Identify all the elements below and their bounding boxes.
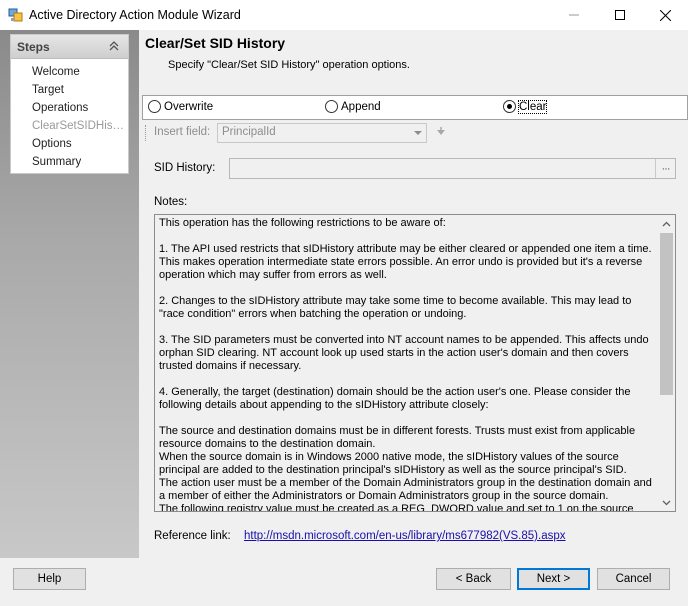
- sid-history-label: SID History:: [154, 162, 216, 174]
- step-summary[interactable]: Summary: [32, 153, 128, 171]
- title-bar: Active Directory Action Module Wizard: [0, 0, 688, 30]
- minimize-icon: [569, 14, 579, 16]
- sid-history-browse-button[interactable]: ···: [655, 159, 675, 178]
- back-button[interactable]: < Back: [436, 568, 511, 590]
- insert-field-combo[interactable]: PrincipalId: [217, 123, 427, 143]
- step-options[interactable]: Options: [32, 135, 128, 153]
- toolbar-grip: [145, 125, 146, 141]
- notes-label: Notes:: [154, 196, 188, 208]
- page-subtitle: Specify "Clear/Set SID History" operatio…: [168, 59, 410, 71]
- insert-field-value: PrincipalId: [222, 126, 276, 138]
- maximize-button[interactable]: [597, 0, 643, 30]
- reference-link-label: Reference link:: [154, 530, 231, 542]
- chevron-down-icon[interactable]: [414, 131, 422, 135]
- radio-overwrite[interactable]: Overwrite: [148, 100, 213, 113]
- scroll-up-icon: [662, 221, 671, 226]
- radio-append[interactable]: Append: [325, 100, 381, 113]
- scroll-thumb[interactable]: [660, 233, 673, 395]
- radio-append-circle[interactable]: [325, 100, 338, 113]
- next-button[interactable]: Next >: [517, 568, 590, 590]
- insert-field-label: Insert field:: [154, 126, 211, 138]
- insert-field-arrow-icon[interactable]: [433, 125, 449, 141]
- radio-overwrite-label[interactable]: Overwrite: [164, 101, 213, 113]
- app-icon: [8, 8, 23, 22]
- radio-clear[interactable]: Clear: [503, 99, 548, 114]
- notes-text: This operation has the following restric…: [159, 217, 652, 512]
- help-button[interactable]: Help: [13, 568, 86, 590]
- reference-link[interactable]: http://msdn.microsoft.com/en-us/library/…: [244, 530, 566, 542]
- window-title: Active Directory Action Module Wizard: [29, 8, 241, 22]
- scroll-up-button[interactable]: [658, 215, 675, 232]
- radio-append-label[interactable]: Append: [341, 101, 381, 113]
- operation-options: Overwrite Append Clear: [142, 95, 688, 120]
- scroll-down-icon: [662, 500, 671, 505]
- minimize-button[interactable]: [551, 0, 597, 30]
- maximize-icon: [615, 10, 625, 20]
- step-welcome[interactable]: Welcome: [32, 63, 128, 81]
- radio-clear-circle[interactable]: [503, 100, 516, 113]
- radio-clear-label[interactable]: Clear: [517, 99, 548, 114]
- button-bar: Help < Back Next > Cancel: [0, 558, 688, 606]
- steps-title: Steps: [17, 40, 50, 54]
- notes-scrollbar[interactable]: [658, 215, 675, 511]
- scroll-down-button[interactable]: [658, 494, 675, 511]
- main-content: Clear/Set SID History Specify "Clear/Set…: [139, 30, 688, 558]
- step-operations[interactable]: Operations: [32, 99, 128, 117]
- radio-overwrite-circle[interactable]: [148, 100, 161, 113]
- close-icon: [659, 9, 671, 21]
- chevron-up-double-icon[interactable]: [108, 38, 120, 54]
- step-target[interactable]: Target: [32, 81, 128, 99]
- close-button[interactable]: [642, 0, 688, 30]
- step-clearsetsidhistory[interactable]: ClearSetSIDHis…: [32, 117, 128, 135]
- sid-history-input[interactable]: [229, 158, 676, 179]
- page-title: Clear/Set SID History: [145, 35, 286, 51]
- steps-list: Welcome Target Operations ClearSetSIDHis…: [11, 59, 128, 171]
- insert-field-toolbar: Insert field: PrincipalId: [139, 122, 688, 144]
- steps-pane: Steps Welcome Target Operations ClearSet…: [0, 30, 139, 558]
- steps-header[interactable]: Steps: [11, 35, 128, 59]
- notes-textbox[interactable]: This operation has the following restric…: [154, 214, 676, 512]
- cancel-button[interactable]: Cancel: [597, 568, 670, 590]
- steps-panel: Steps Welcome Target Operations ClearSet…: [10, 34, 129, 174]
